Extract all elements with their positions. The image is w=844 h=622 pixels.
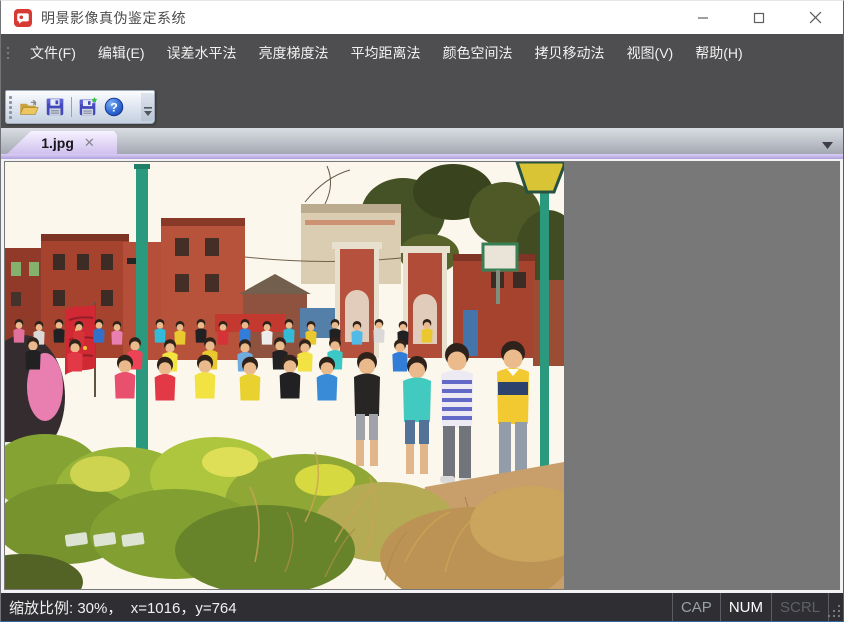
titlebar: 明景影像真伪鉴定系统: [1, 1, 843, 34]
toolbar-grip-handle[interactable]: [9, 96, 12, 119]
photo-1jpg[interactable]: [5, 162, 564, 589]
menu-item-copy-move[interactable]: 拷贝移动法: [524, 39, 616, 67]
statusbar: 缩放比例: 30%， x=1016，y=764 CAP NUM SCRL: [1, 593, 843, 621]
menu-item-file[interactable]: 文件(F): [19, 39, 87, 67]
menubar-grip-handle[interactable]: [7, 47, 9, 59]
close-icon: [809, 11, 822, 24]
menu-item-view[interactable]: 视图(V): [616, 39, 685, 67]
menu-item-color-space[interactable]: 颜色空间法: [432, 39, 524, 67]
tab-list-dropdown-button[interactable]: [822, 142, 833, 149]
open-folder-icon: [18, 96, 40, 118]
save-as-button[interactable]: [75, 94, 101, 120]
num-lock-indicator: NUM: [720, 593, 771, 621]
save-as-icon: [77, 96, 99, 118]
window-controls: [675, 1, 843, 34]
close-button[interactable]: [787, 1, 843, 34]
tab-1jpg[interactable]: 1.jpg ✕: [7, 131, 117, 154]
minimize-button[interactable]: [675, 1, 731, 34]
document-canvas[interactable]: [1, 159, 843, 593]
menu-toolbar-area: 文件(F) 编辑(E) 误差水平法 亮度梯度法 平均距离法 颜色空间法 拷贝移动…: [1, 34, 843, 128]
save-button[interactable]: [42, 94, 68, 120]
caps-lock-indicator: CAP: [672, 593, 720, 621]
window-title: 明景影像真伪鉴定系统: [41, 8, 675, 28]
tab-label: 1.jpg: [27, 135, 74, 151]
maximize-icon: [753, 12, 765, 24]
open-file-button[interactable]: [16, 94, 42, 120]
menu-item-help[interactable]: 帮助(H): [684, 39, 753, 67]
resize-grip[interactable]: [829, 593, 843, 621]
maximize-button[interactable]: [731, 1, 787, 34]
app-window: 明景影像真伪鉴定系统 文件(F) 编辑(E) 误差水平法 亮度梯度法 平均距离法…: [0, 0, 844, 622]
menu-item-luminance-gradient[interactable]: 亮度梯度法: [248, 39, 340, 67]
save-icon: [44, 96, 66, 118]
toolbar-overflow-button[interactable]: [141, 93, 154, 121]
svg-text:?: ?: [110, 101, 118, 115]
status-zoom-coordinates: 缩放比例: 30%， x=1016，y=764: [1, 597, 672, 618]
menu-item-error-level[interactable]: 误差水平法: [156, 39, 248, 67]
app-logo-icon: [14, 9, 32, 27]
photo-bushes: [5, 162, 564, 589]
chevron-down-icon: [822, 142, 833, 149]
tab-close-button[interactable]: ✕: [82, 135, 97, 150]
toolbar-overflow-icon: [144, 107, 152, 117]
menubar: 文件(F) 编辑(E) 误差水平法 亮度梯度法 平均距离法 颜色空间法 拷贝移动…: [1, 34, 843, 71]
scroll-lock-indicator: SCRL: [771, 593, 829, 621]
toolbar: ?: [5, 90, 155, 124]
help-button[interactable]: ?: [101, 94, 127, 120]
menu-item-edit[interactable]: 编辑(E): [87, 39, 156, 67]
help-icon: ?: [103, 96, 125, 118]
menu-item-average-distance[interactable]: 平均距离法: [340, 39, 432, 67]
tabbar: 1.jpg ✕: [1, 128, 843, 154]
minimize-icon: [697, 12, 709, 24]
keyboard-lock-indicators: CAP NUM SCRL: [672, 593, 829, 621]
toolbar-separator: [71, 97, 72, 117]
